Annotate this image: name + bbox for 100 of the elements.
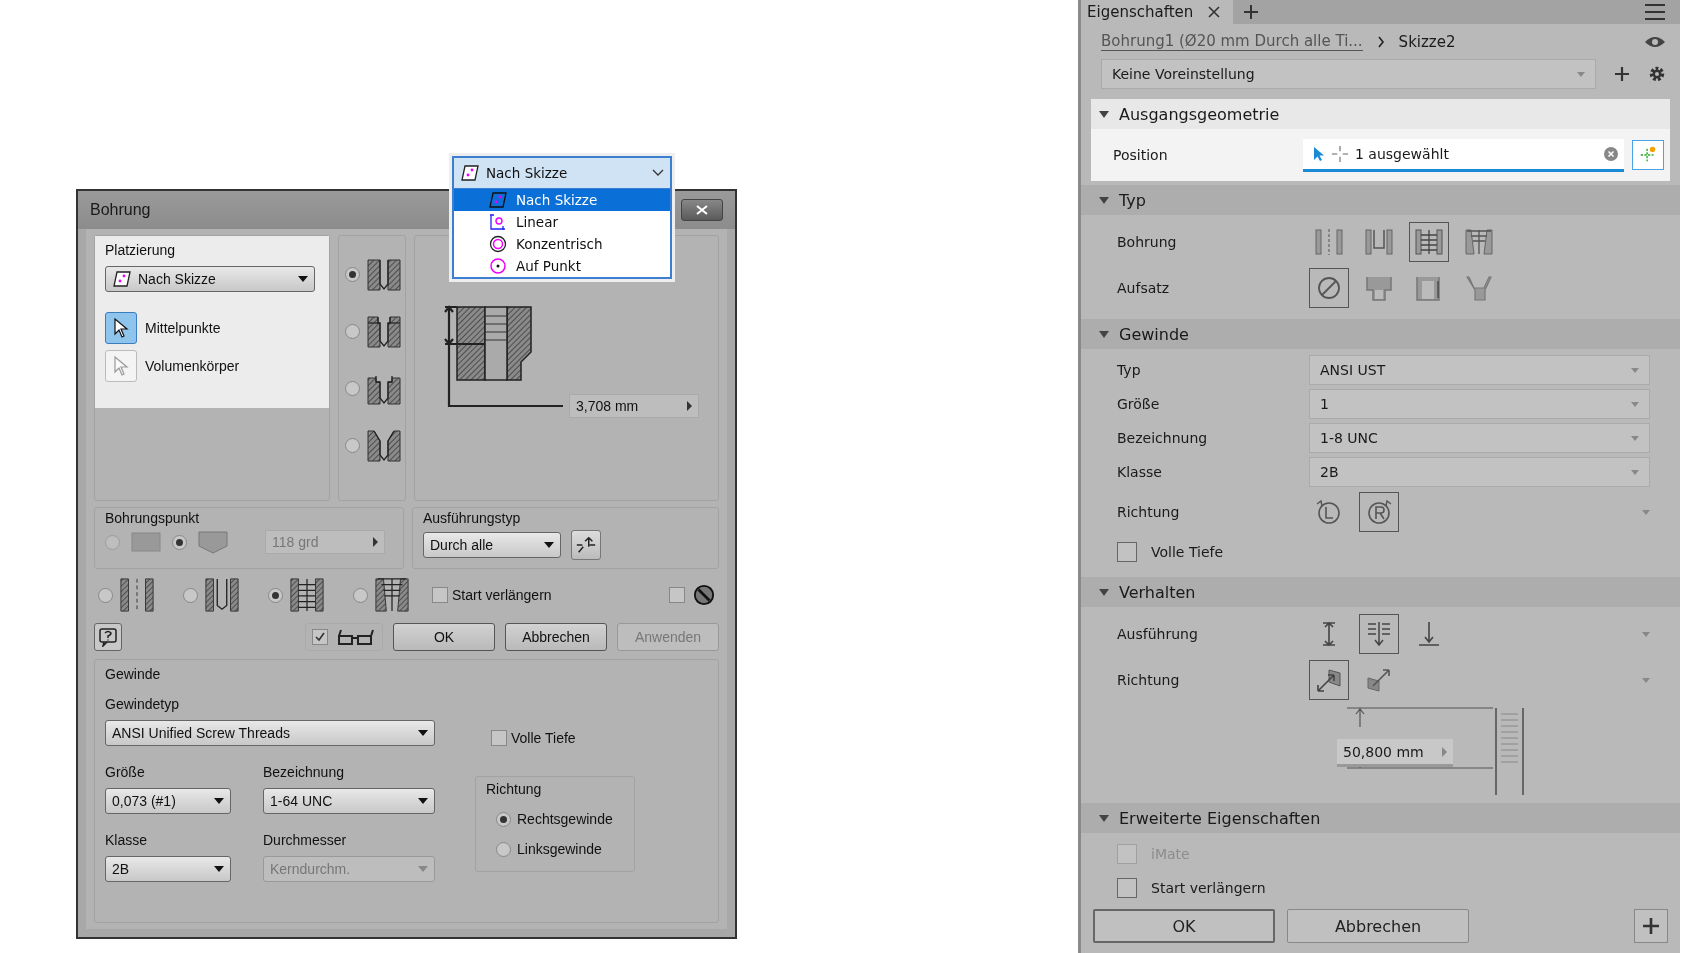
menu-item[interactable]: Nach Skizze xyxy=(454,189,670,211)
radio-button[interactable] xyxy=(183,587,198,603)
select-button[interactable] xyxy=(105,312,137,344)
radio-button[interactable] xyxy=(345,380,360,396)
hole-type-icon xyxy=(289,577,325,613)
chevron-down-icon xyxy=(652,169,664,177)
placement-dropdown[interactable]: Nach Skizze xyxy=(454,158,670,189)
thread-type-dropdown[interactable]: ANSI Unified Screw Threads xyxy=(105,720,435,746)
section-header[interactable]: Gewinde xyxy=(1081,319,1680,349)
property-dropdown[interactable]: 2B xyxy=(1309,457,1650,487)
checkbox[interactable] xyxy=(1117,878,1137,898)
property-label: Richtung xyxy=(1117,672,1181,688)
dialog-button[interactable]: OK xyxy=(393,623,495,651)
prohibited-icon xyxy=(693,584,715,606)
dropdown-arrow-icon[interactable] xyxy=(1642,677,1650,683)
concentric-circles-icon xyxy=(488,235,508,253)
option-label: Mittelpunkte xyxy=(145,320,221,336)
add-point-button[interactable] xyxy=(1632,140,1664,170)
section-header[interactable]: Erweiterte Eigenschaften xyxy=(1081,803,1680,833)
radio-button[interactable] xyxy=(345,437,360,453)
section-header[interactable]: Typ xyxy=(1081,185,1680,215)
add-button[interactable] xyxy=(1634,909,1668,943)
property-dropdown[interactable]: 1 xyxy=(1309,389,1650,419)
size-dropdown[interactable]: 0,073 (#1) xyxy=(105,788,231,814)
selection-field[interactable]: 1 ausgewählt xyxy=(1303,138,1624,172)
option-button[interactable] xyxy=(1309,660,1349,700)
property-dropdown[interactable]: 1-8 UNC xyxy=(1309,423,1650,453)
help-button[interactable] xyxy=(94,623,122,651)
designation-dropdown[interactable]: 1-64 UNC xyxy=(263,788,435,814)
tapered-hole-icon xyxy=(1463,226,1495,258)
radio-button[interactable] xyxy=(268,587,283,603)
placement-dropdown[interactable]: Nach Skizze xyxy=(105,266,315,292)
menu-item[interactable]: Linear xyxy=(454,211,670,233)
property-label: Klasse xyxy=(1117,464,1163,480)
field-label: Bezeichnung xyxy=(263,764,345,780)
clear-icon[interactable] xyxy=(1604,146,1618,161)
property-label: Ausführung xyxy=(1117,626,1199,642)
hole-type-icon xyxy=(119,577,155,613)
breadcrumb-link[interactable]: Bohrung1 (Ø20 mm Durch alle Ti... xyxy=(1101,32,1363,52)
hole-type-icon xyxy=(204,577,240,613)
radio-button[interactable] xyxy=(98,587,113,603)
depth-field[interactable]: 50,800 mm xyxy=(1337,739,1453,767)
hole-profile-icon xyxy=(366,313,402,349)
expand-triangle-icon xyxy=(1099,195,1109,205)
group-label: Ausführungstyp xyxy=(423,510,521,526)
radio-button[interactable] xyxy=(496,841,511,857)
termination-dropdown[interactable]: Durch alle xyxy=(423,532,561,558)
checkbox[interactable] xyxy=(491,730,507,746)
expand-triangle-icon xyxy=(1099,109,1109,119)
dropdown-arrow-icon[interactable] xyxy=(1642,509,1650,515)
field-label: Durchmesser xyxy=(263,832,348,848)
option-button[interactable] xyxy=(1359,614,1399,654)
property-label: Aufsatz xyxy=(1117,280,1171,296)
checkbox-label: Volle Tiefe xyxy=(1151,544,1224,560)
flat-bottom-icon xyxy=(130,530,162,554)
menu-icon[interactable] xyxy=(1644,3,1666,22)
radio-button[interactable] xyxy=(172,534,187,550)
plus-icon xyxy=(1641,916,1661,936)
field-label: Klasse xyxy=(105,832,149,848)
dialog-button[interactable]: Abbrechen xyxy=(505,623,607,651)
add-icon[interactable] xyxy=(1614,66,1630,82)
menu-item[interactable]: Konzentrisch xyxy=(454,233,670,255)
section-header[interactable]: Verhalten xyxy=(1081,577,1680,607)
panel-button[interactable]: OK xyxy=(1093,909,1275,943)
cursor-arrow-icon xyxy=(1313,145,1325,162)
eye-icon[interactable] xyxy=(1644,34,1666,49)
checkbox[interactable] xyxy=(669,587,685,603)
dropdown-arrow-icon[interactable] xyxy=(1642,631,1650,637)
property-dropdown[interactable]: ANSI UST xyxy=(1309,355,1650,385)
option-button[interactable] xyxy=(1359,492,1399,532)
panel-tab[interactable]: Eigenschaften xyxy=(1081,0,1234,25)
option-label: Volumenkörper xyxy=(145,358,240,374)
checkbox[interactable] xyxy=(432,587,448,603)
menu-item[interactable]: Auf Punkt xyxy=(454,255,670,277)
group-label: Richtung xyxy=(486,781,543,797)
option-button[interactable] xyxy=(1309,268,1349,308)
section-header[interactable]: Ausgangsgeometrie xyxy=(1091,99,1670,129)
close-icon[interactable] xyxy=(1207,5,1222,20)
radio-button[interactable] xyxy=(345,266,360,282)
panel-button[interactable]: Abbrechen xyxy=(1287,909,1469,943)
checkbox[interactable] xyxy=(1117,542,1137,562)
checkbox[interactable] xyxy=(312,629,328,645)
field-label: Größe xyxy=(105,764,146,780)
field-label: Gewindetyp xyxy=(105,696,180,712)
radio-button[interactable] xyxy=(496,811,511,827)
close-button[interactable] xyxy=(681,199,723,221)
property-label: Bohrung xyxy=(1117,234,1178,250)
flip-button[interactable] xyxy=(571,530,601,560)
depth-field[interactable]: 3,708 mm xyxy=(569,394,699,418)
radio-button[interactable] xyxy=(345,323,360,339)
expand-triangle-icon xyxy=(1099,813,1109,823)
through-hole-icon xyxy=(1313,226,1345,258)
radio-button[interactable] xyxy=(353,587,368,603)
settings-icon[interactable] xyxy=(1648,65,1666,83)
sketch-plane-icon xyxy=(460,164,480,182)
add-tab-icon[interactable] xyxy=(1243,4,1260,21)
class-dropdown[interactable]: 2B xyxy=(105,856,231,882)
option-button[interactable] xyxy=(1409,222,1449,262)
preset-dropdown[interactable]: Keine Voreinstellung xyxy=(1101,59,1596,89)
radio-button[interactable] xyxy=(105,534,120,550)
